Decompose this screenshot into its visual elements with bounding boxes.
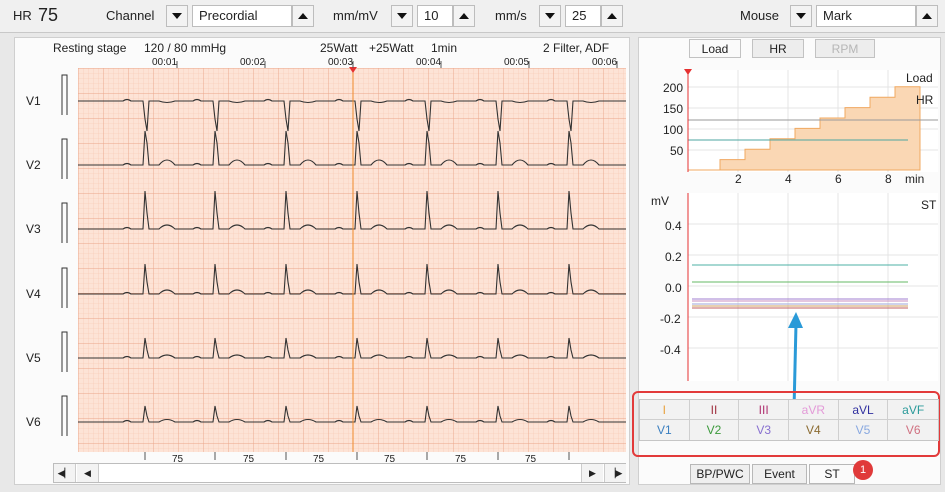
st-y-tick: -0.4 [660,343,681,357]
mouse-select[interactable]: Mark [816,5,916,27]
lead-row-precordial: V1 V2 V3 V4 V5 V6 [640,420,938,440]
amplitude-down-button[interactable] [391,5,413,27]
arrow-up-icon [788,312,803,328]
amplitude-field[interactable]: 10 [417,5,453,27]
lead-button-avf[interactable]: aVF [888,400,938,420]
time-mark: 00:01 [152,57,178,68]
x-tick: 8 [885,172,892,186]
lead-button-avr[interactable]: aVR [789,400,839,420]
st-y-tick: 0.0 [665,281,682,295]
ecg-canvas [61,61,626,460]
mouse-label: Mouse [740,8,780,23]
calibration-pulse [61,395,68,436]
arrow-left-icon: ◀ [84,467,91,478]
lead-button-v2[interactable]: V2 [690,420,740,440]
calibration-pulse [61,331,68,372]
channel-prev-button[interactable] [166,5,188,27]
st-button[interactable]: ST [809,464,855,484]
chevron-up-icon [922,13,932,19]
y-tick: 50 [670,144,684,158]
scroll-next-button[interactable]: ▶ [581,464,603,482]
event-button[interactable]: Event [752,464,807,484]
lead-button-ii[interactable]: II [690,400,740,420]
calibration-pulse [61,74,68,115]
bp-pwc-button[interactable]: BP/PWC [690,464,750,484]
y-tick: 150 [663,102,684,116]
hr-series-label: HR [916,93,934,107]
speed-down-button[interactable] [539,5,561,27]
chevron-down-icon [397,13,407,19]
scroll-prev-button[interactable]: ◀ [77,464,99,482]
calibration-pulses [61,74,68,436]
tab-rpm[interactable]: RPM [815,39,875,58]
ecg-scrollbar[interactable]: ◀▏ ◀ ▶ ▕▶ [53,463,626,483]
x-tick: 4 [785,172,792,186]
amplitude-up-button[interactable] [453,5,475,27]
calibration-pulse [61,202,68,243]
tab-hr[interactable]: HR [752,39,804,58]
x-unit: min [905,172,925,186]
lead-button-v3[interactable]: V3 [739,420,790,440]
y-tick: 200 [663,81,684,95]
arrow-right-icon: ▶ [589,467,596,478]
scroll-last-button[interactable]: ▕▶ [604,464,626,482]
mouse-prev-button[interactable] [790,5,812,27]
st-chart-plot-area [688,193,938,381]
time-mark: 00:03 [328,57,354,68]
st-y-tick: 0.2 [665,250,682,264]
time-mark: 00:06 [592,57,618,68]
amplitude-label: mm/mV [333,8,378,23]
chevron-up-icon [459,13,469,19]
lead-row-limb: I II III aVR aVL aVF [640,400,938,420]
y-tick: 100 [663,123,684,137]
speed-field[interactable]: 25 [565,5,601,27]
lead-button-i[interactable]: I [640,400,690,420]
st-label: ST [921,198,937,212]
load-hr-chart [684,69,938,172]
speed-up-button[interactable] [601,5,623,27]
chevron-down-icon [545,13,555,19]
lead-button-v1[interactable]: V1 [640,420,690,440]
channel-next-button[interactable] [292,5,314,27]
load-series-label: Load [906,71,933,85]
hr-label: HR [13,8,32,23]
notification-badge: 1 [853,460,873,480]
lead-button-v5[interactable]: V5 [839,420,889,440]
speed-label: mm/s [495,8,527,23]
lead-button-v6[interactable]: V6 [888,420,938,440]
calibration-pulse [61,138,68,179]
lead-button-v4[interactable]: V4 [789,420,839,440]
calibration-pulse [61,267,68,308]
ecg-grid [78,68,626,452]
chevron-up-icon [607,13,617,19]
lead-button-iii[interactable]: III [739,400,790,420]
lead-selector-grid: I II III aVR aVL aVF V1 V2 V3 V4 V5 V6 [639,399,939,441]
time-mark: 00:05 [504,57,530,68]
chevron-up-icon [298,13,308,19]
top-toolbar: HR 75 Channel Precordial mm/mV 10 mm/s 2… [0,0,945,33]
scroll-first-button[interactable]: ◀▏ [54,464,76,482]
x-tick: 2 [735,172,742,186]
skip-start-icon: ◀▏ [57,467,72,478]
time-mark: 00:02 [240,57,266,68]
skip-end-icon: ▕▶ [608,467,623,478]
chevron-down-icon [172,13,182,19]
st-y-unit: mV [651,194,669,208]
hr-value: 75 [38,5,59,25]
hr-ruler [144,452,570,460]
channel-label: Channel [106,8,155,23]
mouse-next-button[interactable] [916,5,938,27]
lead-button-avl[interactable]: aVL [839,400,889,420]
st-y-tick: -0.2 [660,312,681,326]
x-tick: 6 [835,172,842,186]
time-mark: 00:04 [416,57,442,68]
tab-load[interactable]: Load [689,39,741,58]
chevron-down-icon [796,13,806,19]
channel-select[interactable]: Precordial [192,5,292,27]
st-y-tick: 0.4 [665,219,682,233]
